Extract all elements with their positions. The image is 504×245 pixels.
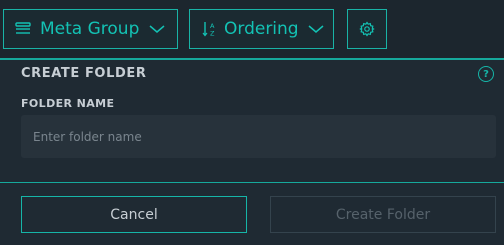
- header-divider: [0, 58, 504, 60]
- folder-name-input[interactable]: [21, 115, 496, 158]
- toolbar: Meta Group A Z Ordering: [0, 0, 504, 60]
- list-icon: [15, 21, 31, 37]
- dialog-title: CREATE FOLDER: [21, 66, 147, 81]
- app-frame: Meta Group A Z Ordering CREATE FOLDER ? …: [0, 0, 504, 245]
- sort-icon: A Z: [202, 21, 216, 37]
- ordering-label: Ordering: [224, 19, 299, 39]
- settings-button[interactable]: [347, 9, 387, 49]
- footer-divider: [0, 182, 504, 183]
- chevron-down-icon: [308, 24, 324, 34]
- ordering-dropdown[interactable]: A Z Ordering: [189, 9, 334, 49]
- meta-group-label: Meta Group: [40, 19, 140, 39]
- meta-group-dropdown[interactable]: Meta Group: [3, 9, 178, 49]
- gear-icon: [359, 21, 375, 37]
- chevron-down-icon: [149, 24, 165, 34]
- folder-name-label: FOLDER NAME: [21, 97, 115, 110]
- create-folder-button[interactable]: Create Folder: [270, 196, 496, 233]
- svg-text:Z: Z: [210, 30, 215, 38]
- help-icon[interactable]: ?: [478, 66, 494, 82]
- cancel-button[interactable]: Cancel: [21, 196, 247, 233]
